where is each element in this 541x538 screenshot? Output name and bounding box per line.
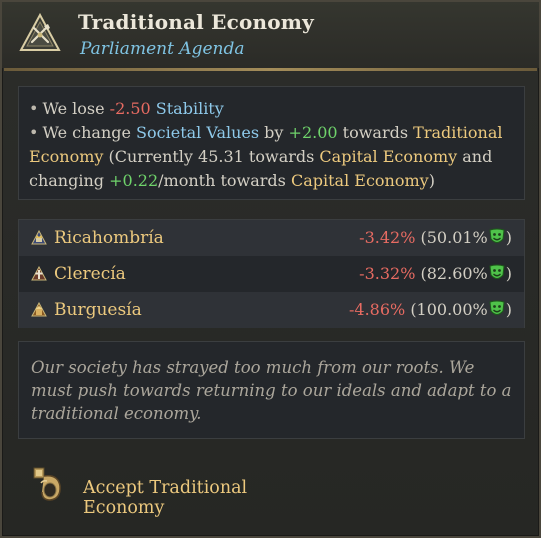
estate-burghers-icon xyxy=(31,302,47,317)
flavor-text: Our society has strayed too much from ou… xyxy=(31,358,512,423)
estate-change: -4.86% (100.00%) xyxy=(348,300,512,319)
tooltip-panel: Traditional Economy Parliament Agenda • W… xyxy=(0,0,541,538)
estate-row[interactable]: Ricahombría -3.42% (50.01%) xyxy=(19,220,524,256)
estate-change: -3.42% (50.01%) xyxy=(359,228,512,247)
estate-name: Burguesía xyxy=(54,300,142,320)
stability-change-value: -2.50 xyxy=(109,99,151,118)
satisfied-mask-icon xyxy=(489,228,505,243)
header-divider xyxy=(4,68,537,71)
effects-box: • We lose -2.50 Stability • We change Soci… xyxy=(18,86,525,200)
flavor-text-box: Our society has strayed too much from ou… xyxy=(18,341,525,439)
estate-row[interactable]: Burguesía -4.86% (100.00%) xyxy=(19,292,524,328)
parliament-agenda-icon xyxy=(19,12,61,51)
estate-row[interactable]: Clerecía -3.32% (82.60%) xyxy=(19,256,524,292)
stability-link[interactable]: Stability xyxy=(156,99,224,118)
estate-name: Clerecía xyxy=(54,264,126,284)
estate-effects-box: Ricahombría -3.42% (50.01%) Clerecía -3.… xyxy=(18,219,525,328)
accept-scroll-icon xyxy=(33,467,61,501)
action-label: Accept Traditional Economy xyxy=(83,478,248,518)
tooltip-title: Traditional Economy xyxy=(78,10,314,34)
effect-societal-values: • We change Societal Values by +2.00 towa… xyxy=(29,123,503,190)
tooltip-header: Traditional Economy Parliament Agenda xyxy=(2,2,539,68)
satisfied-mask-icon xyxy=(489,264,505,279)
effect-stability: • We lose -2.50 Stability xyxy=(29,99,224,118)
estate-clergy-icon xyxy=(31,266,47,281)
accept-traditional-economy-button[interactable]: Accept Traditional Economy xyxy=(30,466,330,518)
tooltip-subtitle: Parliament Agenda xyxy=(80,39,245,59)
estate-nobility-icon xyxy=(31,230,47,245)
satisfied-mask-icon xyxy=(489,300,505,315)
societal-values-link[interactable]: Societal Values xyxy=(136,123,259,142)
estate-name: Ricahombría xyxy=(54,228,164,248)
estate-change: -3.32% (82.60%) xyxy=(359,264,512,283)
